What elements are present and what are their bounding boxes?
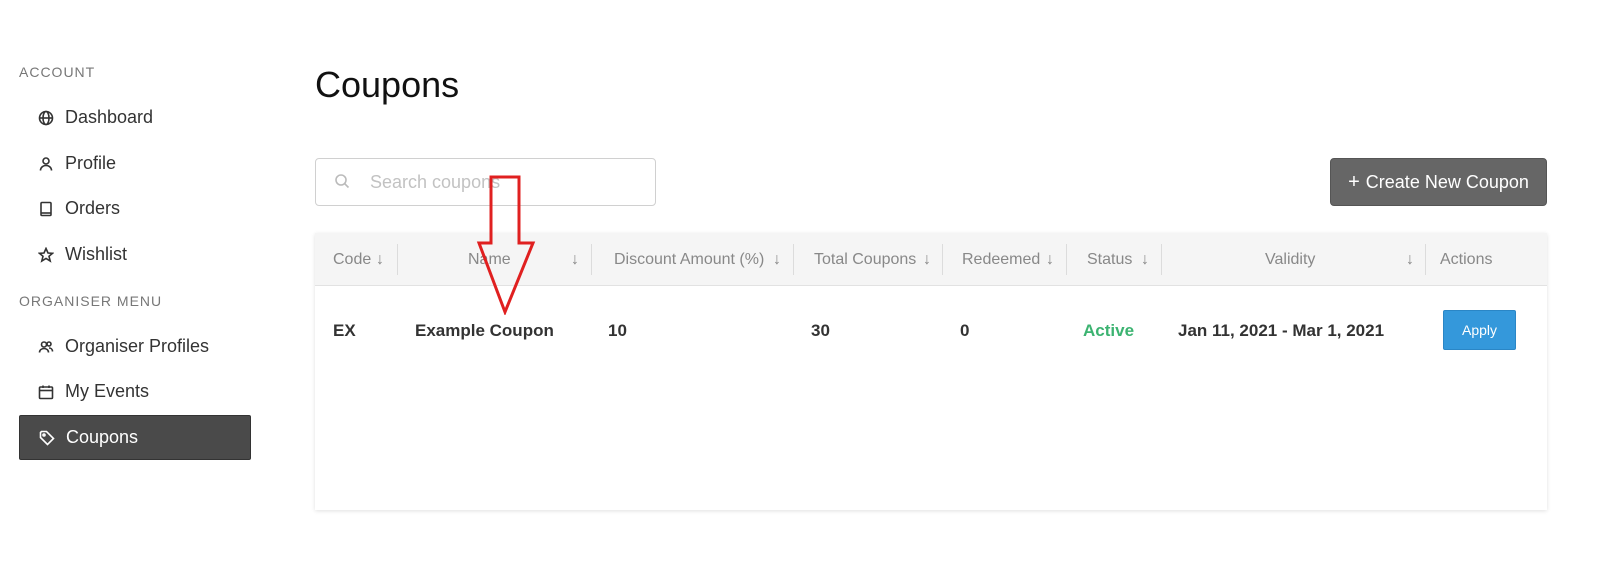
page-title: Coupons xyxy=(315,64,460,105)
tag-icon xyxy=(38,429,56,447)
sidebar-item-profile[interactable]: Profile xyxy=(19,141,251,186)
sort-arrow-icon[interactable]: ↓ xyxy=(1141,233,1149,286)
search-icon xyxy=(334,173,352,191)
column-header-actions: Actions xyxy=(1440,250,1493,268)
user-icon xyxy=(37,155,55,173)
users-icon xyxy=(37,338,55,356)
sidebar-item-wishlist[interactable]: Wishlist xyxy=(19,232,251,277)
sidebar-item-label: Coupons xyxy=(66,427,139,447)
sort-arrow-icon[interactable]: ↓ xyxy=(773,233,781,286)
sidebar-item-coupons[interactable]: Coupons xyxy=(19,415,251,460)
sidebar-item-label: Organiser Profiles xyxy=(65,336,210,356)
plus-icon: + xyxy=(1348,170,1360,193)
column-header-total[interactable]: Total Coupons xyxy=(814,233,916,286)
globe-icon xyxy=(37,109,55,127)
sidebar-item-my-events[interactable]: My Events xyxy=(19,369,251,414)
table-header: Code ↓ Name ↓ Discount Amount (%) ↓ Tota… xyxy=(315,233,1547,286)
cell-validity: Jan 11, 2021 - Mar 1, 2021 xyxy=(1178,321,1385,340)
book-icon xyxy=(37,200,55,218)
star-icon xyxy=(37,246,55,264)
search-box[interactable] xyxy=(315,158,656,206)
coupons-table: Code ↓ Name ↓ Discount Amount (%) ↓ Tota… xyxy=(315,233,1547,510)
search-input[interactable] xyxy=(370,171,630,193)
sidebar-item-organiser-profiles[interactable]: Organiser Profiles xyxy=(19,324,251,369)
sidebar-item-dashboard[interactable]: Dashboard xyxy=(19,95,251,140)
sidebar-item-label: Wishlist xyxy=(65,244,127,264)
column-header-status[interactable]: Status xyxy=(1087,233,1132,286)
sidebar-item-orders[interactable]: Orders xyxy=(19,186,251,231)
table-row: EX Example Coupon 10 30 0 Active Jan 11,… xyxy=(315,286,1547,376)
account-section-title: ACCOUNT xyxy=(19,64,96,80)
column-header-redeemed[interactable]: Redeemed xyxy=(962,233,1040,286)
organiser-section-title: ORGANISER MENU xyxy=(19,293,163,309)
column-header-validity[interactable]: Validity xyxy=(1265,233,1315,286)
sort-arrow-icon[interactable]: ↓ xyxy=(1406,233,1414,286)
sort-arrow-icon[interactable]: ↓ xyxy=(1046,233,1054,286)
status-badge: Active xyxy=(1083,321,1135,340)
create-new-coupon-label: Create New Coupon xyxy=(1365,171,1529,192)
sidebar-item-label: Dashboard xyxy=(65,107,154,127)
column-header-name[interactable]: Name xyxy=(468,233,511,286)
sidebar-item-label: Profile xyxy=(65,153,117,173)
create-new-coupon-button[interactable]: + Create New Coupon xyxy=(1330,158,1547,206)
column-header-discount[interactable]: Discount Amount (%) xyxy=(614,233,764,286)
sort-arrow-icon[interactable]: ↓ xyxy=(923,233,931,286)
column-header-code[interactable]: Code xyxy=(333,233,371,286)
cell-code: EX xyxy=(333,321,356,340)
cell-total: 30 xyxy=(811,321,830,340)
sidebar-item-label: My Events xyxy=(65,381,150,401)
cell-name: Example Coupon xyxy=(415,321,554,340)
sidebar-item-label: Orders xyxy=(65,198,121,218)
sort-arrow-icon[interactable]: ↓ xyxy=(376,233,384,286)
apply-button[interactable]: Apply xyxy=(1443,310,1516,350)
cell-discount: 10 xyxy=(608,321,627,340)
cell-redeemed: 0 xyxy=(960,321,970,340)
sort-arrow-icon[interactable]: ↓ xyxy=(571,233,579,286)
calendar-icon xyxy=(37,383,55,401)
